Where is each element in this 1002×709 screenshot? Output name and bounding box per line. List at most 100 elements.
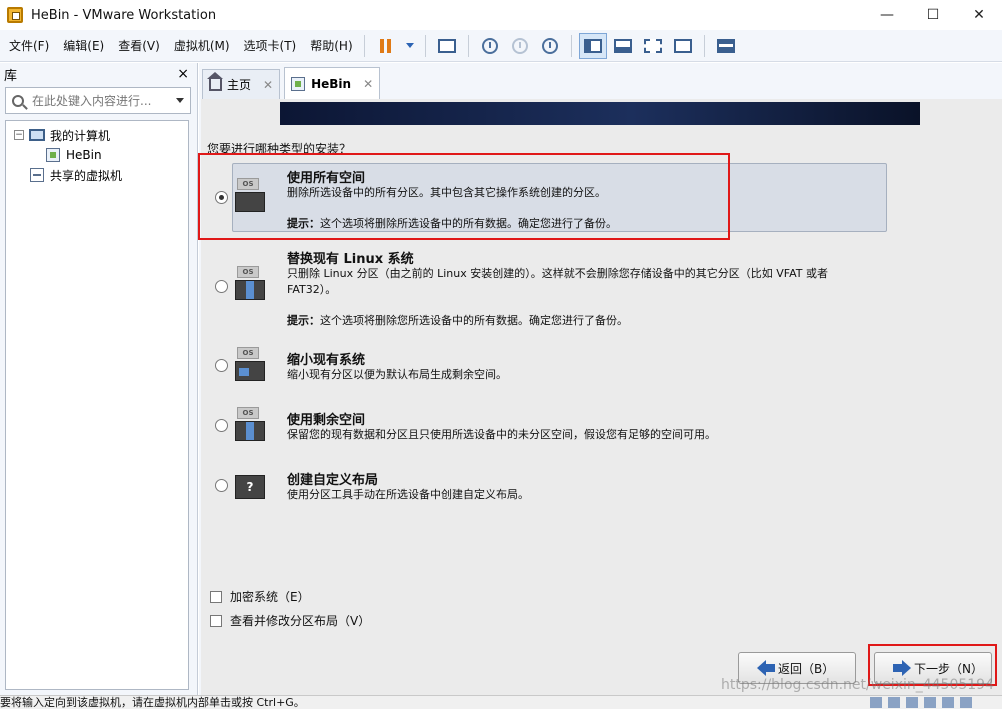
hint-text: 这个选项将删除您所选设备中的所有数据。确定您进行了备份。: [320, 314, 628, 327]
title-bar: HeBin - VMware Workstation — ☐ ✕: [0, 0, 1002, 30]
snapshot-button[interactable]: [476, 33, 504, 59]
shared-vm-icon: [30, 168, 44, 182]
library-panel: 库 × 在此处键入内容进行... − 我的计算机 HeBin 共享的虚拟机: [0, 63, 198, 695]
tab-home[interactable]: 主页 ✕: [202, 69, 281, 99]
collapse-icon[interactable]: −: [14, 130, 24, 140]
power-dropdown-button[interactable]: [402, 33, 418, 59]
library-search-input[interactable]: 在此处键入内容进行...: [5, 87, 191, 114]
console-view-button[interactable]: [712, 33, 740, 59]
drive-icon: [235, 421, 265, 441]
menu-edit[interactable]: 编辑(E): [58, 34, 109, 58]
annotation-highlight: [198, 153, 730, 240]
display-icon[interactable]: [960, 697, 972, 708]
window-title: HeBin - VMware Workstation: [31, 7, 217, 23]
option-description: 只删除 Linux 分区（由之前的 Linux 安装创建的）。这样就不会删除您存…: [287, 267, 828, 296]
option-hint: 提示：这个选项将删除您所选设备中的所有数据。确定您进行了备份。: [287, 312, 628, 328]
library-view-icon: [583, 38, 602, 53]
snapshot-icon: [481, 37, 498, 54]
search-icon: [12, 94, 24, 107]
thumbnail-view-icon: [613, 38, 632, 53]
pause-icon: [380, 38, 392, 53]
revert-snapshot-icon: [511, 37, 528, 54]
library-header: 库 ×: [0, 63, 197, 85]
show-library-button[interactable]: [578, 32, 607, 59]
back-label: 返回（B）: [778, 661, 835, 676]
custom-layout-icon: ?: [235, 475, 267, 509]
device-status-icons: [870, 697, 972, 708]
window-controls: — ☐ ✕: [864, 0, 1002, 30]
radio-replace-linux[interactable]: [215, 280, 228, 293]
status-text: 要将输入定向到该虚拟机，请在虚拟机内部单击或按 Ctrl+G。: [0, 696, 305, 709]
close-window-button[interactable]: ✕: [956, 0, 1002, 30]
snapshot-manager-button[interactable]: [536, 33, 564, 59]
encrypt-system-checkbox[interactable]: 加密系统（E）: [210, 588, 310, 605]
revert-snapshot-button[interactable]: [506, 33, 534, 59]
drive-icon: [235, 280, 265, 300]
os-disk-icon: OS: [237, 407, 259, 419]
tab-bar: 主页 ✕ HeBin ✕: [199, 63, 1002, 99]
tab-vm[interactable]: HeBin ✕: [284, 67, 381, 99]
toolbar-separator: [424, 34, 426, 57]
tree-label: 我的计算机: [50, 128, 111, 143]
radio-use-free-space[interactable]: [215, 419, 228, 432]
disk-icon: OS: [235, 266, 267, 300]
console-view-icon: [716, 38, 735, 53]
sound-icon[interactable]: [942, 697, 954, 708]
close-icon[interactable]: ✕: [263, 78, 273, 92]
vm-icon: [291, 76, 306, 91]
hdd-icon[interactable]: [870, 697, 882, 708]
radio-custom-layout[interactable]: [215, 479, 228, 492]
unity-button[interactable]: [669, 33, 697, 59]
option-description: 保留您的现有数据和分区且只使用所选设备中的未分区空间，假设您有足够的空间可用。: [287, 428, 716, 441]
installer-banner: [280, 102, 920, 125]
menu-file[interactable]: 文件(F): [4, 34, 54, 58]
tree-item-my-computer[interactable]: − 我的计算机: [6, 125, 188, 145]
usb-icon[interactable]: [924, 697, 936, 708]
checkbox[interactable]: [210, 614, 222, 627]
os-disk-icon: OS: [237, 347, 259, 359]
toolbar-separator: [363, 34, 365, 57]
maximize-button[interactable]: ☐: [910, 0, 956, 30]
send-ctrl-alt-del-button[interactable]: [433, 33, 461, 59]
option-title: 使用剩余空间: [287, 413, 366, 428]
cdrom-icon[interactable]: [888, 697, 900, 708]
guest-screen[interactable]: 您要进行哪种类型的安装？ OS 使用所有空间 删除所选设备中的所有分区。其中包含…: [198, 99, 1002, 695]
tree-label: HeBin: [66, 148, 102, 162]
library-close-button[interactable]: ×: [177, 66, 189, 82]
os-disk-icon: OS: [237, 266, 259, 278]
unity-icon: [673, 38, 692, 53]
tree-item-vm[interactable]: HeBin: [6, 145, 188, 165]
radio-shrink-system[interactable]: [215, 359, 228, 372]
menu-tabs[interactable]: 选项卡(T): [239, 34, 302, 58]
search-placeholder: 在此处键入内容进行...: [32, 94, 152, 108]
keyboard-icon: [437, 38, 456, 53]
menu-help[interactable]: 帮助(H): [305, 34, 357, 58]
disk-icon: OS: [235, 407, 267, 441]
library-title: 库: [4, 68, 18, 84]
drive-icon: [235, 361, 265, 381]
main-area: 主页 ✕ HeBin ✕ 您要进行哪种类型的安装？ OS 使用所有空间 删除所选…: [198, 63, 1002, 695]
vmware-logo-icon: [7, 7, 23, 23]
minimize-button[interactable]: —: [864, 0, 910, 30]
checkbox-label: 查看并修改分区布局（V）: [230, 614, 371, 628]
watermark: https://blog.csdn.net/weixin_44505194: [720, 677, 994, 693]
checkbox[interactable]: [210, 590, 222, 603]
tree-label: 共享的虚拟机: [50, 168, 123, 183]
option-title: 缩小现有系统: [287, 353, 366, 368]
network-icon[interactable]: [906, 697, 918, 708]
checkbox-label: 加密系统（E）: [230, 590, 310, 604]
toolbar-separator: [703, 34, 705, 57]
full-screen-button[interactable]: [639, 33, 667, 59]
option-title: 创建自定义布局: [287, 473, 379, 488]
toolbar-separator: [467, 34, 469, 57]
home-icon: [207, 71, 223, 91]
chevron-down-icon[interactable]: [176, 98, 184, 103]
menu-view[interactable]: 查看(V): [113, 34, 165, 58]
menu-vm[interactable]: 虚拟机(M): [169, 34, 235, 58]
thumbnail-bar-button[interactable]: [609, 33, 637, 59]
arrow-left-icon: [757, 660, 775, 676]
tree-item-shared-vms[interactable]: 共享的虚拟机: [6, 165, 188, 185]
review-layout-checkbox[interactable]: 查看并修改分区布局（V）: [210, 612, 370, 629]
pause-button[interactable]: [372, 33, 400, 59]
close-icon[interactable]: ✕: [363, 77, 373, 91]
